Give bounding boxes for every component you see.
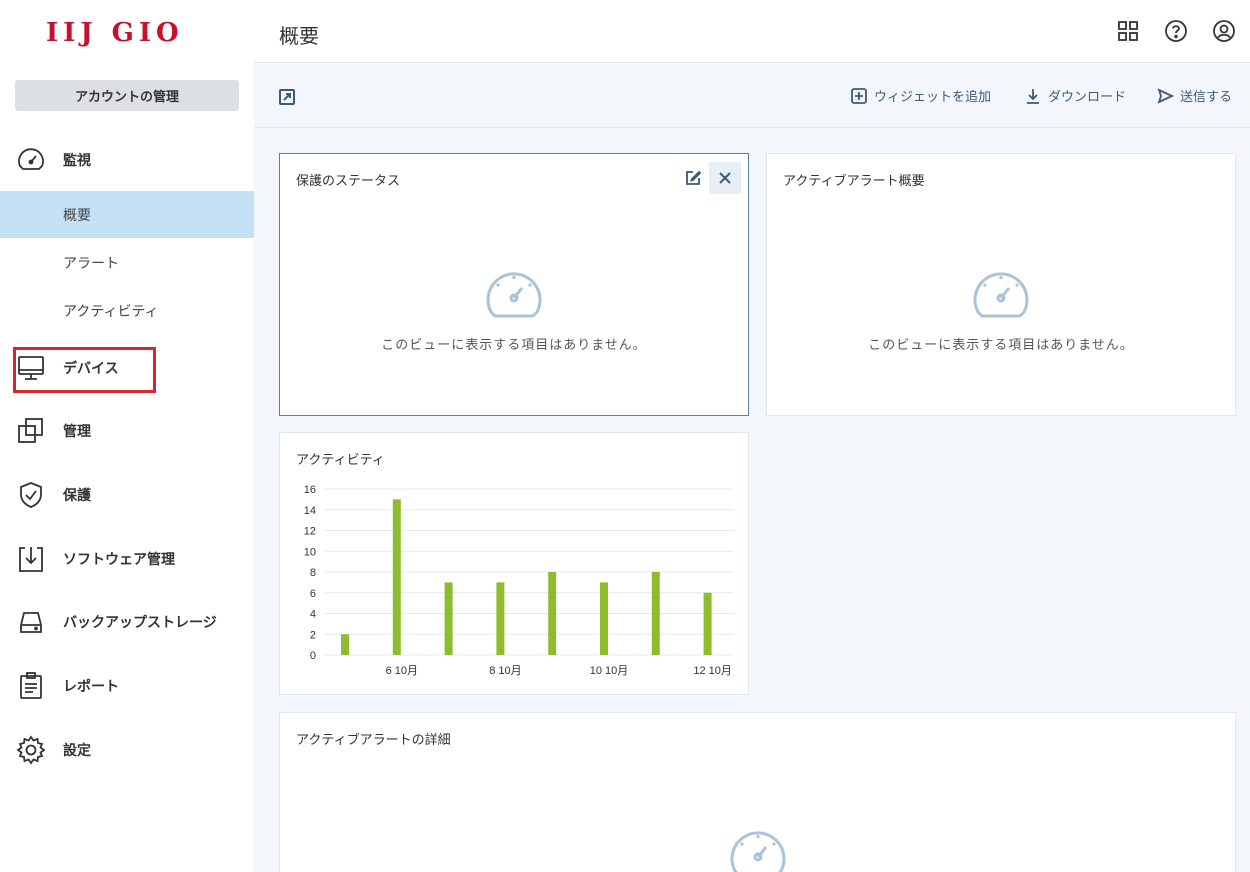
send-label: 送信する xyxy=(1180,90,1233,105)
widget-active-alerts-summary[interactable]: アクティブアラート概要 このビューに表示する項目はありません。 xyxy=(766,153,1236,416)
bar-10[interactable] xyxy=(600,582,608,655)
highlight-annotation xyxy=(13,347,156,393)
activity-bar-chart: 0 2 4 6 8 10 12 14 16 6 10月 8 10月 10 10月 12 10月 xyxy=(304,484,734,677)
nav-software[interactable]: ソフトウェア管理 xyxy=(0,536,254,582)
speedometer-icon xyxy=(973,272,1029,318)
y-tick-label: 8 xyxy=(310,567,316,579)
bar-8[interactable] xyxy=(496,582,505,655)
nav-reports-label: レポート xyxy=(63,679,119,695)
nav-monitor-label: 監視 xyxy=(63,153,91,169)
close-widget-button[interactable] xyxy=(709,162,741,194)
nav-sub-alerts-label: アラート xyxy=(63,255,119,272)
add-widget-label: ウィジェットを追加 xyxy=(874,90,992,105)
hard-drive-icon xyxy=(20,612,42,633)
help-icon[interactable] xyxy=(1164,19,1188,43)
widget-protection-status[interactable]: 保護のステータス このビューに表示する項目はありません。 xyxy=(279,153,749,416)
sidebar: IIJ GIO アカウントの管理 監視 概要 アラート アクティビティ デバイス… xyxy=(0,0,254,872)
empty-message: このビューに表示する項目はありません。 xyxy=(868,338,1134,353)
widget-title: 保護のステータス xyxy=(296,174,401,189)
nav-sub-alerts[interactable]: アラート xyxy=(0,239,254,286)
send-icon xyxy=(1157,87,1174,104)
send-button[interactable]: 送信する xyxy=(1156,86,1232,105)
y-tick-label: 10 xyxy=(304,546,316,558)
gear-icon xyxy=(16,735,46,765)
bar-7[interactable] xyxy=(444,582,453,655)
y-tick-label: 12 xyxy=(304,526,316,538)
add-widget-button[interactable]: ウィジェットを追加 xyxy=(850,86,991,105)
edit-widget-button[interactable] xyxy=(677,162,709,194)
nav-reports[interactable]: レポート xyxy=(0,663,254,709)
widget-activity[interactable]: アクティビティ 0 2 4 6 8 10 12 14 16 6 10月 8 10月 10 10月 12 … xyxy=(279,432,749,695)
y-tick-label: 2 xyxy=(310,629,316,641)
nav-software-label: ソフトウェア管理 xyxy=(63,552,175,568)
x-tick-label: 6 10月 xyxy=(386,665,418,677)
nav-management[interactable]: 管理 xyxy=(0,408,254,454)
shield-check-icon xyxy=(20,482,42,508)
windows-stack-icon xyxy=(18,418,43,443)
nav-backup-storage[interactable]: バックアップストレージ xyxy=(0,599,254,645)
nav-management-label: 管理 xyxy=(63,424,91,440)
download-button[interactable]: ダウンロード xyxy=(1024,86,1126,105)
y-tick-label: 4 xyxy=(310,609,316,621)
nav-backup-storage-label: バックアップストレージ xyxy=(63,615,217,631)
page-title: 概要 xyxy=(279,24,319,48)
y-tick-label: 16 xyxy=(304,484,316,496)
dashboard-toolbar: ウィジェットを追加 ダウンロード 送信する xyxy=(254,64,1250,128)
speedometer-icon xyxy=(486,272,542,318)
nav-sub-overview[interactable]: 概要 xyxy=(0,191,254,238)
bar-5[interactable] xyxy=(341,634,349,655)
nav-sub-activity[interactable]: アクティビティ xyxy=(0,287,254,334)
widget-active-alerts-detail[interactable]: アクティブアラートの詳細 xyxy=(279,712,1236,872)
apps-grid-icon[interactable] xyxy=(1116,19,1140,43)
nav-monitor[interactable]: 監視 xyxy=(0,137,254,183)
bar-6[interactable] xyxy=(392,499,401,655)
user-account-icon[interactable] xyxy=(1212,19,1236,43)
nav-protection[interactable]: 保護 xyxy=(0,472,254,518)
nav-sub-activity-label: アクティビティ xyxy=(63,303,159,320)
nav-settings-label: 設定 xyxy=(63,743,91,759)
speedometer-icon xyxy=(730,831,786,872)
speedometer-icon xyxy=(18,148,44,170)
plus-box-icon xyxy=(851,87,867,104)
empty-message: このビューに表示する項目はありません。 xyxy=(381,338,647,353)
x-tick-label: 12 10月 xyxy=(693,665,732,677)
x-tick-label: 10 10月 xyxy=(590,665,629,677)
brand-logo: IIJ GIO xyxy=(46,18,184,48)
y-tick-label: 0 xyxy=(310,650,316,662)
close-icon xyxy=(719,172,731,184)
software-download-icon xyxy=(19,547,43,572)
empty-state: このビューに表示する項目はありません。 xyxy=(280,264,748,353)
y-tick-label: 6 xyxy=(310,588,316,600)
bar-12[interactable] xyxy=(703,592,712,655)
empty-state: このビューに表示する項目はありません。 xyxy=(767,264,1235,353)
download-label: ダウンロード xyxy=(1048,90,1127,105)
widget-title: アクティブアラート概要 xyxy=(783,174,925,189)
clipboard-report-icon xyxy=(20,672,42,699)
nav-settings[interactable]: 設定 xyxy=(0,727,254,773)
download-icon xyxy=(1027,88,1039,104)
widget-title: アクティビティ xyxy=(296,453,385,468)
expand-icon[interactable] xyxy=(278,88,296,106)
x-tick-label: 8 10月 xyxy=(489,665,521,677)
edit-icon xyxy=(686,170,702,185)
nav-sub-overview-label: 概要 xyxy=(63,207,91,224)
widget-title: アクティブアラートの詳細 xyxy=(296,733,451,748)
bar-11[interactable] xyxy=(651,572,660,655)
account-management-button[interactable]: アカウントの管理 xyxy=(15,80,239,111)
top-header: 概要 xyxy=(254,0,1250,63)
y-tick-label: 14 xyxy=(304,505,316,517)
bar-9[interactable] xyxy=(548,572,557,655)
nav-protection-label: 保護 xyxy=(63,488,91,504)
